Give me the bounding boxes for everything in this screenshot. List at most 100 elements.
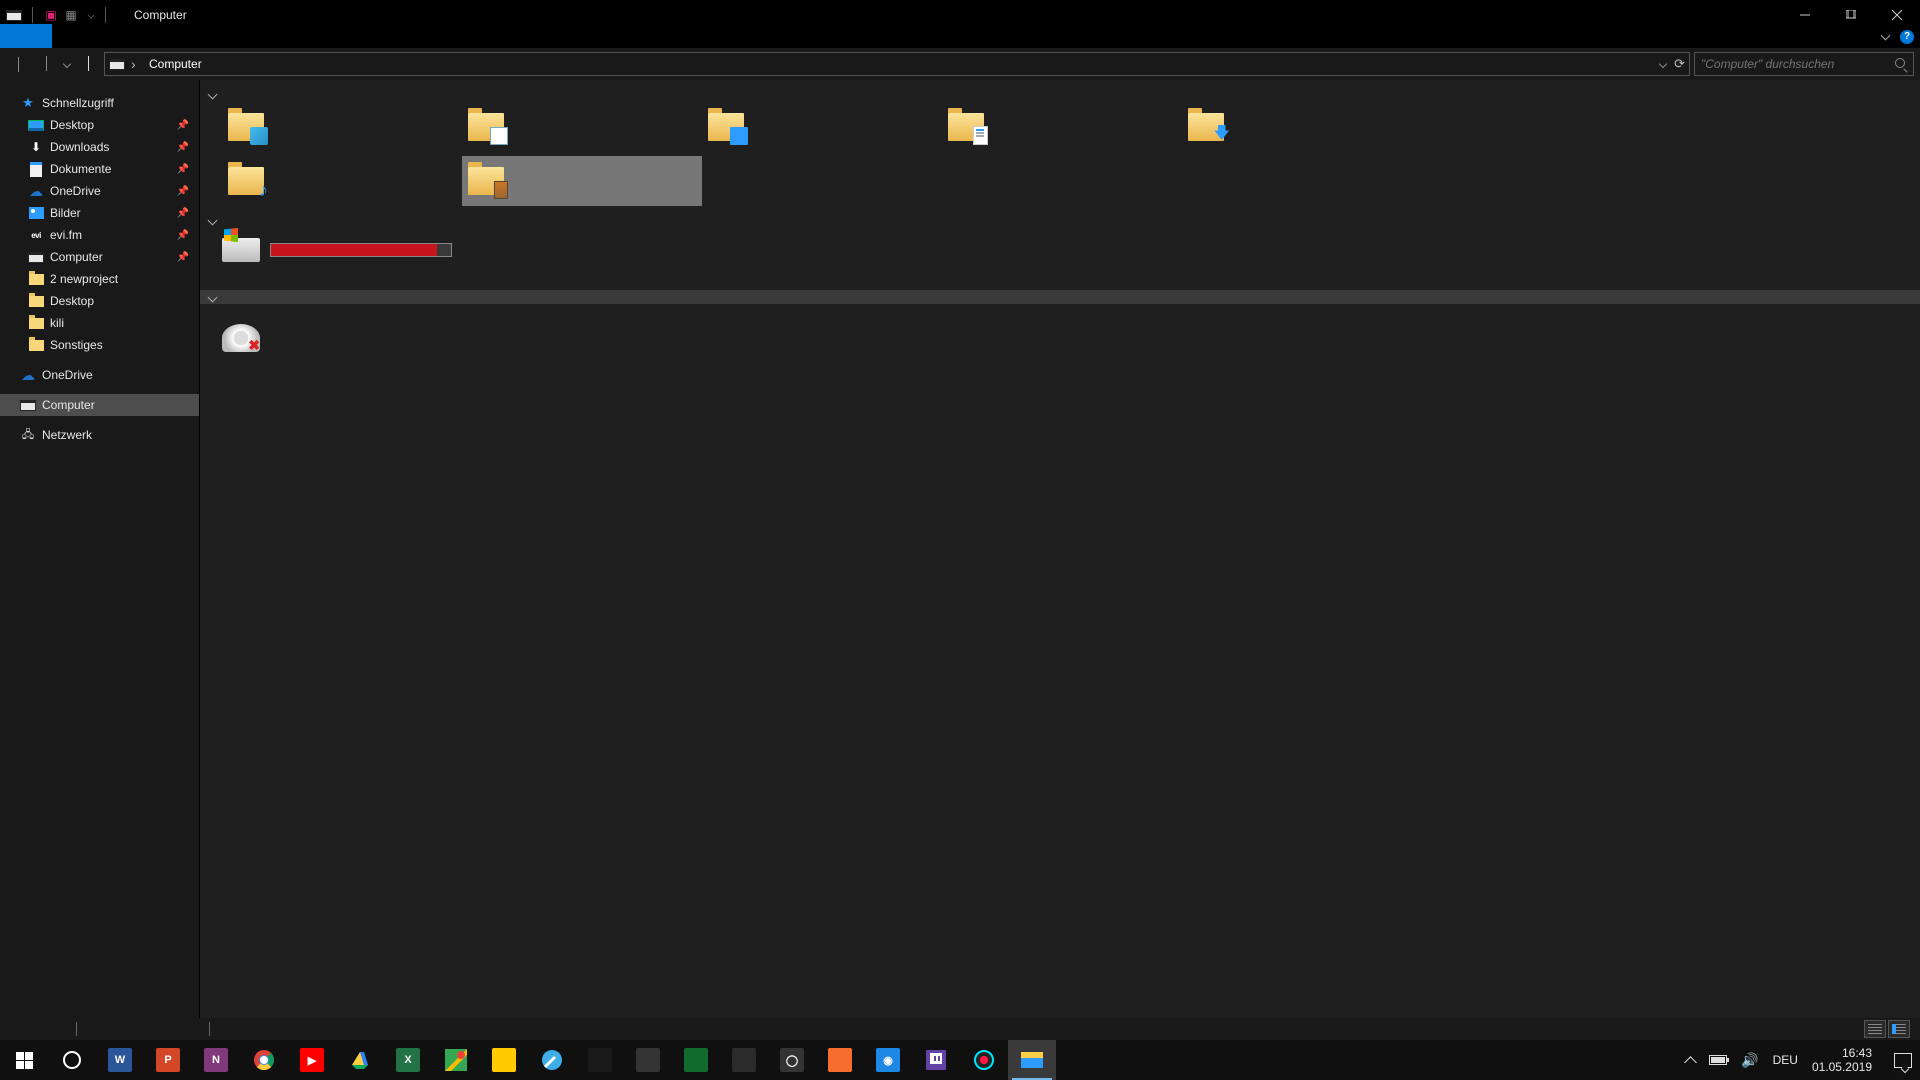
taskbar-app-twitch[interactable] — [912, 1040, 960, 1080]
sidebar-network-root[interactable]: Netzwerk — [0, 424, 199, 446]
battery-icon[interactable] — [1709, 1055, 1727, 1065]
folder-3dobjects[interactable] — [222, 102, 462, 152]
taskbar-app-obs-cam[interactable] — [672, 1040, 720, 1080]
up-button[interactable] — [76, 52, 100, 76]
notifications-icon[interactable] — [1894, 1053, 1912, 1068]
sidebar-item-downloads[interactable]: Downloads📌 — [0, 136, 199, 158]
content-pane[interactable] — [200, 80, 1920, 1018]
obs-cam-icon — [684, 1048, 708, 1072]
close-button[interactable] — [1874, 0, 1920, 30]
sidebar-item-folder[interactable]: Sonstiges — [0, 334, 199, 356]
pin-icon: 📌 — [177, 164, 189, 175]
taskbar-app-paintnet[interactable] — [576, 1040, 624, 1080]
taskbar-app-krita[interactable] — [528, 1040, 576, 1080]
address-bar[interactable]: Computer — [104, 52, 1690, 76]
group-separator[interactable] — [200, 290, 1920, 304]
windows-icon — [16, 1052, 33, 1069]
taskbar-app-recorder[interactable] — [960, 1040, 1008, 1080]
taskbar-app-excel[interactable]: X — [384, 1040, 432, 1080]
address-path[interactable]: Computer — [149, 57, 202, 71]
search-box[interactable] — [1694, 52, 1914, 76]
system-tray: DEU 16:43 01.05.2019 — [1686, 1046, 1920, 1074]
pin-icon: 📌 — [177, 120, 189, 131]
taskbar-app-maps[interactable] — [432, 1040, 480, 1080]
sidebar-label: Desktop — [50, 294, 94, 308]
folder-downloads[interactable] — [1182, 102, 1422, 152]
sidebar-item-pictures[interactable]: Bilder📌 — [0, 202, 199, 224]
sidebar-item-folder[interactable]: kili — [0, 312, 199, 334]
pc-icon — [28, 249, 44, 265]
group-collapse-icon[interactable] — [206, 214, 218, 226]
folder-videos[interactable] — [462, 156, 702, 206]
taskbar-app-youtube[interactable]: ▶ — [288, 1040, 336, 1080]
taskbar-app-app-blue[interactable]: ◉ — [864, 1040, 912, 1080]
folder-desktop[interactable] — [702, 102, 942, 152]
clock[interactable]: 16:43 01.05.2019 — [1812, 1046, 1872, 1074]
drive-capacity-fill — [271, 244, 437, 256]
cloud-icon — [28, 183, 44, 199]
folder-documents[interactable] — [942, 102, 1182, 152]
taskbar-app-onenote[interactable]: N — [192, 1040, 240, 1080]
taskbar-app-calc[interactable] — [624, 1040, 672, 1080]
pc-icon — [20, 397, 36, 413]
maximize-button[interactable] — [1828, 0, 1874, 30]
taskbar-app-powerpoint[interactable]: P — [144, 1040, 192, 1080]
qat-newfolder-icon[interactable]: ▦ — [63, 7, 79, 23]
file-tab[interactable] — [0, 24, 52, 48]
taskbar-app-chrome[interactable] — [240, 1040, 288, 1080]
separator — [209, 1022, 210, 1036]
taskbar-app-explorer[interactable] — [1008, 1040, 1056, 1080]
sidebar-item-computer[interactable]: Computer📌 — [0, 246, 199, 268]
minimize-button[interactable] — [1782, 0, 1828, 30]
qat-dropdown[interactable] — [88, 12, 95, 19]
sidebar-item-documents[interactable]: Dokumente📌 — [0, 158, 199, 180]
sidebar-item-folder[interactable]: 2 newproject — [0, 268, 199, 290]
sidebar-computer-root[interactable]: Computer — [0, 394, 199, 416]
sidebar-quick-access[interactable]: Schnellzugriff — [0, 92, 199, 114]
sidebar-item-onedrive[interactable]: OneDrive📌 — [0, 180, 199, 202]
sidebar-label: Sonstiges — [50, 338, 103, 352]
qat-properties-icon[interactable]: ▣ — [43, 7, 59, 23]
obs-icon: ◯ — [780, 1048, 804, 1072]
taskbar-app-webde[interactable] — [480, 1040, 528, 1080]
refresh-icon[interactable] — [1674, 56, 1685, 72]
folder-pictures[interactable] — [462, 102, 702, 152]
sidebar-item-desktop[interactable]: Desktop📌 — [0, 114, 199, 136]
sidebar-onedrive-root[interactable]: OneDrive — [0, 364, 199, 386]
taskbar-app-obs[interactable]: ◯ — [768, 1040, 816, 1080]
forward-button[interactable] — [34, 52, 58, 76]
group-collapse-icon[interactable] — [206, 291, 218, 303]
folder-music[interactable] — [222, 156, 462, 206]
view-tiles-button[interactable] — [1864, 1020, 1886, 1038]
clock-date: 01.05.2019 — [1812, 1060, 1872, 1074]
taskbar-app-word[interactable]: W — [96, 1040, 144, 1080]
sidebar-item-folder[interactable]: Desktop — [0, 290, 199, 312]
chevron-right-icon[interactable] — [131, 56, 143, 72]
calc-icon — [636, 1048, 660, 1072]
folder-icon — [948, 113, 984, 141]
tray-overflow-icon[interactable] — [1686, 1054, 1695, 1067]
drive-c[interactable] — [222, 238, 452, 262]
language-indicator[interactable]: DEU — [1773, 1053, 1798, 1067]
taskbar-app-gdrive[interactable] — [336, 1040, 384, 1080]
overlay-3d-icon — [250, 127, 268, 145]
back-button[interactable] — [6, 52, 30, 76]
help-icon[interactable]: ? — [1900, 30, 1914, 44]
taskbar-app-epic[interactable] — [720, 1040, 768, 1080]
epic-icon — [732, 1048, 756, 1072]
separator — [32, 7, 33, 23]
view-details-button[interactable] — [1888, 1020, 1910, 1038]
drive-dvd[interactable] — [222, 324, 260, 352]
history-dropdown[interactable] — [62, 61, 72, 67]
taskbar-app-origin[interactable] — [816, 1040, 864, 1080]
overlay-music-icon — [250, 181, 268, 199]
speaker-icon[interactable] — [1741, 1052, 1758, 1069]
group-collapse-icon[interactable] — [206, 88, 218, 100]
sidebar-item-evifm[interactable]: evievi.fm📌 — [0, 224, 199, 246]
address-dropdown[interactable] — [1658, 61, 1668, 67]
search-input[interactable] — [1701, 57, 1895, 71]
expand-ribbon-icon[interactable] — [1882, 32, 1892, 42]
cortana-button[interactable] — [48, 1040, 96, 1080]
start-button[interactable] — [0, 1040, 48, 1080]
search-icon[interactable] — [1895, 58, 1907, 70]
